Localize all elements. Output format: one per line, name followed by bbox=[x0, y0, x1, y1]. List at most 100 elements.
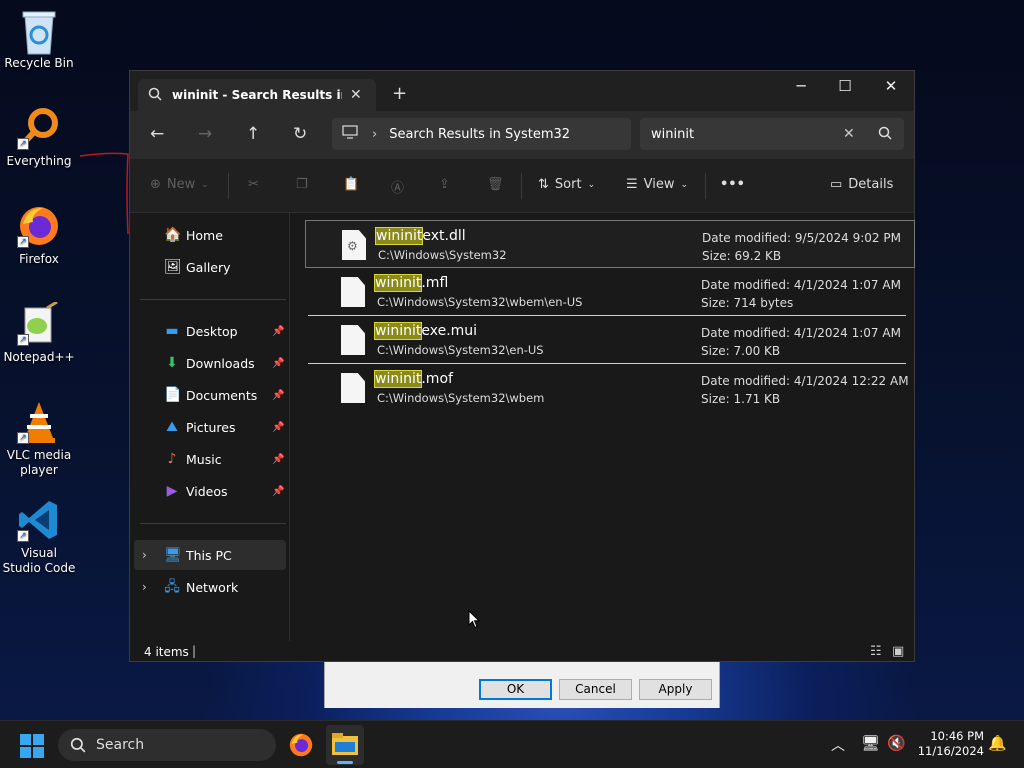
pin-icon[interactable]: 📌 bbox=[272, 358, 284, 369]
taskbar-file-explorer[interactable] bbox=[326, 725, 364, 765]
clear-search-icon[interactable]: ✕ bbox=[843, 126, 855, 142]
view-list-icon: ☰ bbox=[626, 177, 638, 192]
pin-icon[interactable]: 📌 bbox=[272, 422, 284, 433]
desktop-icon-firefox[interactable]: ↗ Firefox bbox=[2, 204, 76, 267]
desktop-icon-vlc[interactable]: ↗ VLC media player bbox=[2, 400, 76, 478]
sort-button[interactable]: ⇅ Sort ⌄ bbox=[538, 177, 595, 192]
pin-icon[interactable]: 📌 bbox=[272, 390, 284, 401]
more-options-icon[interactable]: ••• bbox=[720, 177, 745, 192]
file-icon bbox=[341, 277, 365, 307]
background-properties-dialog: OK Cancel Apply bbox=[324, 658, 720, 708]
details-view-icon[interactable]: ☷ bbox=[870, 644, 882, 659]
date-modified: Date modified: 4/1/2024 12:22 AM bbox=[701, 374, 909, 388]
file-path: C:\Windows\System32\wbem\en-US bbox=[377, 295, 583, 309]
chevron-right-icon[interactable]: › bbox=[142, 580, 147, 594]
gallery-icon: 🖼 bbox=[164, 259, 182, 275]
file-name-rest: exe.mui bbox=[421, 323, 478, 339]
back-arrow-icon[interactable]: ← bbox=[150, 124, 164, 144]
sidebar-item-pictures[interactable]: ⛰ Pictures 📌 bbox=[134, 412, 286, 442]
paste-icon[interactable]: 📋 bbox=[343, 177, 359, 192]
large-icons-view-icon[interactable]: ▣ bbox=[892, 644, 904, 659]
file-name-rest: ext.dll bbox=[422, 228, 466, 244]
pin-icon[interactable]: 📌 bbox=[272, 326, 284, 337]
file-row[interactable]: ⚙ wininitext.dll C:\Windows\System32 Dat… bbox=[305, 220, 915, 268]
rename-icon[interactable]: Ⓐ bbox=[391, 177, 404, 196]
desktop-icon-vscode[interactable]: ↗ Visual Studio Code bbox=[2, 498, 76, 576]
new-tab-icon[interactable]: + bbox=[392, 83, 407, 104]
show-hidden-icons-chevron-icon[interactable]: ︿ bbox=[831, 735, 845, 755]
taskbar-search-box[interactable]: Search bbox=[58, 729, 276, 761]
desktop-icon-recycle-bin[interactable]: Recycle Bin bbox=[2, 8, 76, 71]
copy-icon[interactable]: ❐ bbox=[296, 177, 308, 192]
file-row[interactable]: wininitexe.mui C:\Windows\System32\en-US… bbox=[305, 316, 915, 364]
item-count: 4 items bbox=[144, 645, 189, 659]
details-button[interactable]: ▭ Details bbox=[830, 177, 893, 192]
file-size: Size: 69.2 KB bbox=[702, 249, 782, 263]
taskbar-firefox[interactable] bbox=[288, 732, 314, 761]
sidebar-item-network[interactable]: › 🖧 Network bbox=[134, 572, 286, 602]
desktop-icon-label: Recycle Bin bbox=[4, 56, 74, 70]
close-window-icon[interactable]: ✕ bbox=[868, 77, 914, 95]
sidebar-item-videos[interactable]: ▶ Videos 📌 bbox=[134, 476, 286, 506]
search-icon[interactable] bbox=[878, 126, 892, 144]
toolbar-divider bbox=[521, 173, 522, 199]
apply-button[interactable]: Apply bbox=[639, 679, 712, 700]
file-path: C:\Windows\System32\en-US bbox=[377, 343, 544, 357]
chevron-right-icon[interactable]: › bbox=[142, 548, 147, 562]
cut-icon[interactable]: ✂ bbox=[248, 177, 259, 192]
search-highlight: wininit bbox=[373, 370, 423, 388]
search-icon bbox=[70, 737, 86, 753]
view-button[interactable]: ☰ View ⌄ bbox=[626, 177, 688, 192]
firefox-icon bbox=[289, 733, 313, 757]
desktop-icon-notepad-plus-plus[interactable]: ↗ Notepad++ bbox=[2, 300, 76, 365]
minimize-icon[interactable]: ─ bbox=[778, 77, 824, 95]
file-name: wininit.mof bbox=[373, 370, 453, 388]
clock[interactable]: 10:46 PM 11/16/2024 bbox=[914, 729, 984, 759]
new-button[interactable]: ⊕ New ⌄ bbox=[150, 177, 209, 192]
sidebar-item-home[interactable]: 🏠 Home bbox=[134, 220, 286, 250]
status-separator: | bbox=[192, 644, 197, 658]
navigation-bar: ← → ↑ ↻ › Search Results in System32 win… bbox=[130, 111, 914, 159]
share-icon[interactable]: ⇪ bbox=[439, 177, 450, 192]
desktop-icon-everything[interactable]: ↗ Everything bbox=[2, 106, 76, 169]
sidebar-item-label: Network bbox=[186, 579, 239, 595]
title-bar[interactable]: wininit - Search Results in Syst ✕ + ─ ☐… bbox=[130, 71, 914, 111]
sidebar-item-gallery[interactable]: 🖼 Gallery bbox=[134, 252, 286, 282]
forward-arrow-icon[interactable]: → bbox=[198, 124, 212, 144]
search-input[interactable]: wininit ✕ bbox=[640, 118, 904, 150]
firefox-icon: ↗ bbox=[17, 204, 61, 248]
volume-muted-icon[interactable]: 🔇 bbox=[887, 734, 906, 752]
file-row[interactable]: wininit.mfl C:\Windows\System32\wbem\en-… bbox=[305, 268, 915, 316]
maximize-icon[interactable]: ☐ bbox=[822, 77, 868, 95]
file-row[interactable]: wininit.mof C:\Windows\System32\wbem Dat… bbox=[305, 364, 915, 412]
pin-icon[interactable]: 📌 bbox=[272, 486, 284, 497]
start-button[interactable] bbox=[20, 734, 44, 761]
file-size: Size: 714 bytes bbox=[701, 296, 794, 310]
notification-bell-icon[interactable]: 🔔 bbox=[988, 734, 1007, 752]
cancel-button[interactable]: Cancel bbox=[559, 679, 632, 700]
delete-icon[interactable]: 🗑 bbox=[487, 177, 504, 192]
sidebar-item-music[interactable]: ♪ Music 📌 bbox=[134, 444, 286, 474]
sidebar-item-desktop[interactable]: ▬ Desktop 📌 bbox=[134, 316, 286, 346]
sidebar-item-label: Desktop bbox=[186, 323, 238, 339]
sidebar-item-downloads[interactable]: ⬇ Downloads 📌 bbox=[134, 348, 286, 378]
plus-circle-icon: ⊕ bbox=[150, 177, 161, 192]
sidebar-item-documents[interactable]: 📄 Documents 📌 bbox=[134, 380, 286, 410]
address-bar[interactable]: › Search Results in System32 bbox=[332, 118, 631, 150]
ok-button[interactable]: OK bbox=[479, 679, 552, 700]
date-modified: Date modified: 4/1/2024 1:07 AM bbox=[701, 278, 901, 292]
refresh-icon[interactable]: ↻ bbox=[293, 124, 307, 144]
network-status-icon[interactable]: 🖥 bbox=[861, 734, 880, 752]
chevron-right-icon: › bbox=[372, 126, 378, 142]
status-bar: 4 items | ☷ ▣ bbox=[130, 641, 914, 663]
details-label: Details bbox=[848, 177, 894, 192]
up-arrow-icon[interactable]: ↑ bbox=[246, 124, 260, 144]
file-explorer-window: wininit - Search Results in Syst ✕ + ─ ☐… bbox=[129, 70, 915, 662]
desktop-icon-label: Firefox bbox=[19, 252, 59, 266]
network-icon: 🖧 bbox=[164, 579, 180, 595]
close-tab-icon[interactable]: ✕ bbox=[350, 87, 362, 103]
pin-icon[interactable]: 📌 bbox=[272, 454, 284, 465]
documents-icon: 📄 bbox=[164, 387, 182, 403]
sidebar-item-this-pc[interactable]: › 🖥 This PC bbox=[134, 540, 286, 570]
tab-search-results[interactable]: wininit - Search Results in Syst ✕ bbox=[138, 79, 376, 111]
